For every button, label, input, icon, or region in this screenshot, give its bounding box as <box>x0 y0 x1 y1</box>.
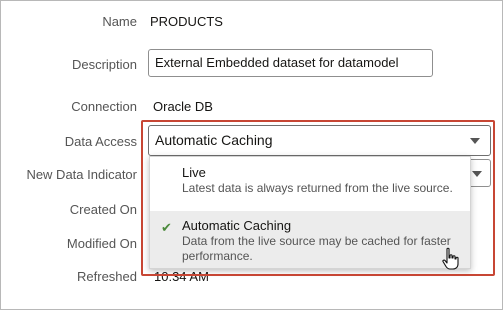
data-access-label: Data Access <box>64 134 137 149</box>
created-on-label: Created On <box>69 202 137 217</box>
connection-value: Oracle DB <box>153 99 213 114</box>
description-field[interactable]: External Embedded dataset for datamodel <box>148 49 433 77</box>
description-label: Description <box>71 57 137 72</box>
modified-on-label: Modified On <box>66 236 137 251</box>
name-value: PRODUCTS <box>150 14 223 29</box>
dataset-properties-panel: Name PRODUCTS Description External Embed… <box>0 0 503 310</box>
new-data-indicator-label: New Data Indicator <box>26 167 137 182</box>
name-label: Name <box>102 14 137 29</box>
refreshed-label: Refreshed <box>77 269 137 284</box>
hand-pointer-icon <box>442 247 459 270</box>
connection-label: Connection <box>71 99 137 114</box>
